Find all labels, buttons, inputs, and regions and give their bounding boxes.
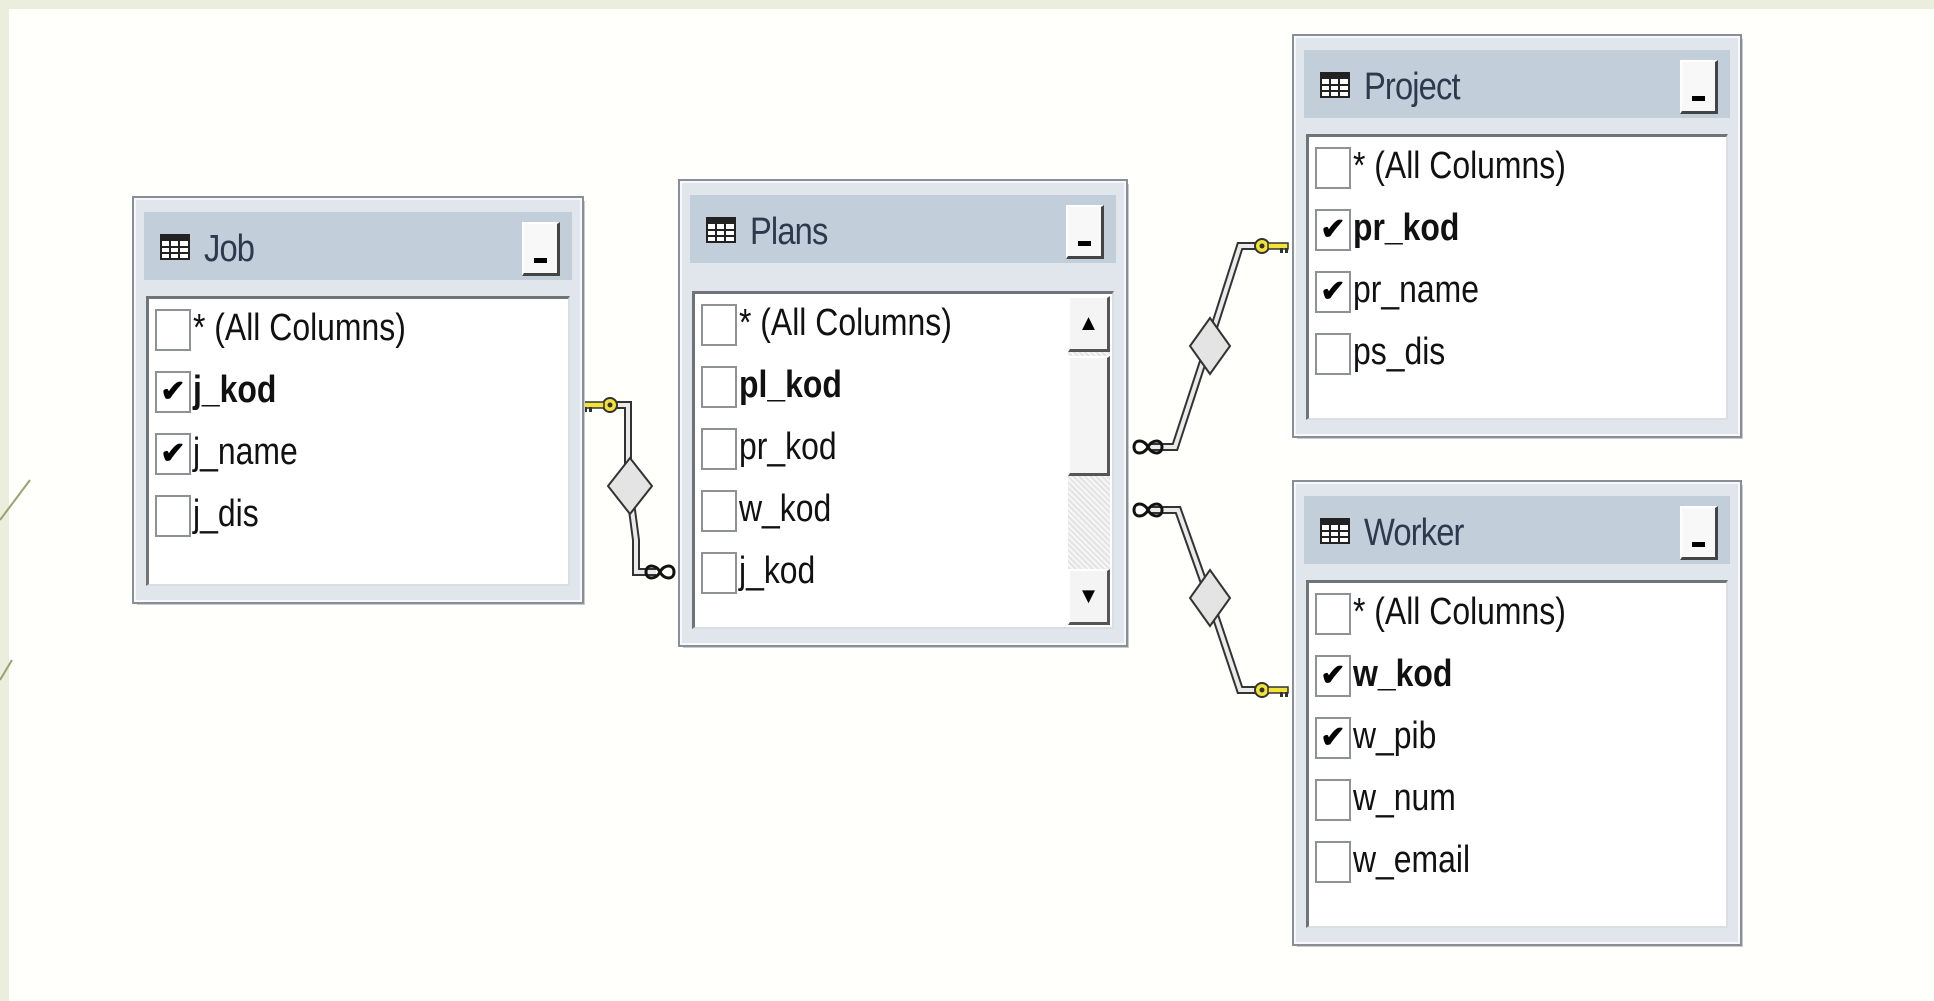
table-grid-icon <box>706 217 736 243</box>
minimize-icon <box>1692 96 1705 101</box>
column-checkbox[interactable] <box>701 552 737 594</box>
minimize-button[interactable] <box>522 222 560 276</box>
minimize-button[interactable] <box>1680 60 1718 114</box>
column-list: * (All Columns) ✔ pr_kod ✔ pr_name ps_di… <box>1306 134 1728 420</box>
column-name: j_kod <box>193 369 277 411</box>
column-name: w_kod <box>1353 653 1453 695</box>
relationship-worker-plans[interactable] <box>1132 502 1289 698</box>
column-row-j-dis[interactable]: j_dis <box>149 485 568 547</box>
table-plans[interactable]: Plans * (All Columns) pl_kod pr_kod w_ko… <box>678 179 1128 647</box>
table-grid-icon <box>1320 518 1350 544</box>
table-title: Worker <box>1364 512 1464 554</box>
column-row-all-columns[interactable]: * (All Columns) <box>1309 137 1726 199</box>
scroll-thumb[interactable] <box>1068 356 1110 476</box>
column-name: pr_kod <box>1353 207 1460 249</box>
column-name: w_email <box>1353 839 1471 881</box>
column-checkbox[interactable] <box>701 428 737 470</box>
column-row-pl-kod[interactable]: pl_kod <box>695 356 1112 418</box>
column-name: ps_dis <box>1353 331 1446 373</box>
key-icon <box>583 397 618 413</box>
column-row-j-name[interactable]: ✔ j_name <box>149 423 568 485</box>
column-row-w-email[interactable]: w_email <box>1309 831 1726 893</box>
minimize-button[interactable] <box>1680 506 1718 560</box>
column-checkbox[interactable] <box>1315 147 1351 189</box>
table-project[interactable]: Project * (All Columns) ✔ pr_kod ✔ pr_na… <box>1292 34 1742 438</box>
relationship-diamond-icon <box>606 456 654 516</box>
column-name: j_kod <box>739 550 816 592</box>
minimize-button[interactable] <box>1066 205 1104 259</box>
relationship-project-plans[interactable] <box>1132 238 1289 455</box>
relationship-diamond-icon <box>1188 568 1232 628</box>
column-name: w_pib <box>1353 715 1437 757</box>
minimize-icon <box>1078 241 1091 246</box>
column-name: * (All Columns) <box>1353 591 1566 633</box>
column-checkbox[interactable] <box>701 366 737 408</box>
column-row-j-kod[interactable]: ✔ j_kod <box>149 361 568 423</box>
column-row-ps-dis[interactable]: ps_dis <box>1309 323 1726 385</box>
table-worker[interactable]: Worker * (All Columns) ✔ w_kod ✔ w_pib w… <box>1292 480 1742 946</box>
column-name: * (All Columns) <box>193 307 406 349</box>
column-name: w_num <box>1353 777 1456 819</box>
column-row-all-columns[interactable]: * (All Columns) <box>149 299 568 361</box>
column-checkbox[interactable] <box>1315 779 1351 821</box>
column-row-w-kod[interactable]: ✔ w_kod <box>1309 645 1726 707</box>
column-checkbox[interactable] <box>1315 333 1351 375</box>
column-checkbox[interactable]: ✔ <box>1315 209 1351 251</box>
column-list: * (All Columns) pl_kod pr_kod w_kod j_ko… <box>692 291 1114 629</box>
column-checkbox[interactable]: ✔ <box>1315 655 1351 697</box>
column-row-pr-kod[interactable]: pr_kod <box>695 418 1112 480</box>
column-name: pl_kod <box>739 364 842 406</box>
column-checkbox[interactable] <box>701 304 737 346</box>
column-checkbox[interactable]: ✔ <box>155 371 191 413</box>
column-name: pr_kod <box>739 426 837 468</box>
column-checkbox[interactable]: ✔ <box>155 433 191 475</box>
arrow-down-icon: ▼ <box>1077 583 1100 608</box>
column-row-w-num[interactable]: w_num <box>1309 769 1726 831</box>
column-checkbox[interactable]: ✔ <box>1315 717 1351 759</box>
key-icon <box>1254 238 1289 254</box>
table-title-bar[interactable]: Project <box>1304 50 1730 118</box>
vertical-scrollbar[interactable]: ▲ ▼ <box>1068 296 1110 625</box>
column-name: pr_name <box>1353 269 1479 311</box>
key-icon <box>1254 682 1289 698</box>
column-checkbox[interactable] <box>1315 841 1351 883</box>
column-name: * (All Columns) <box>739 302 952 344</box>
column-checkbox[interactable]: ✔ <box>1315 271 1351 313</box>
column-row-j-kod[interactable]: j_kod <box>695 542 1112 604</box>
column-list: * (All Columns) ✔ j_kod ✔ j_name j_dis <box>146 296 570 586</box>
table-title: Job <box>204 228 255 270</box>
column-row-all-columns[interactable]: * (All Columns) <box>1309 583 1726 645</box>
table-title-bar[interactable]: Job <box>144 212 572 280</box>
table-title: Project <box>1364 66 1461 108</box>
column-name: j_dis <box>193 493 259 535</box>
column-row-w-pib[interactable]: ✔ w_pib <box>1309 707 1726 769</box>
column-row-pr-name[interactable]: ✔ pr_name <box>1309 261 1726 323</box>
column-checkbox[interactable] <box>1315 593 1351 635</box>
arrow-up-icon: ▲ <box>1077 310 1100 335</box>
relationship-job-plans[interactable] <box>583 397 676 580</box>
minimize-icon <box>534 258 547 263</box>
column-checkbox[interactable] <box>155 309 191 351</box>
scroll-up-button[interactable]: ▲ <box>1068 296 1110 352</box>
column-row-pr-kod[interactable]: ✔ pr_kod <box>1309 199 1726 261</box>
column-checkbox[interactable] <box>155 495 191 537</box>
table-job[interactable]: Job * (All Columns) ✔ j_kod ✔ j_name j_d… <box>132 196 584 604</box>
table-grid-icon <box>1320 72 1350 98</box>
column-checkbox[interactable] <box>701 490 737 532</box>
relationship-diamond-icon <box>1188 316 1232 376</box>
minimize-icon <box>1692 542 1705 547</box>
column-row-all-columns[interactable]: * (All Columns) <box>695 294 1112 356</box>
column-row-w-kod[interactable]: w_kod <box>695 480 1112 542</box>
table-title-bar[interactable]: Plans <box>690 195 1116 263</box>
table-title-bar[interactable]: Worker <box>1304 496 1730 564</box>
table-grid-icon <box>160 234 190 260</box>
column-name: j_name <box>193 431 298 473</box>
column-list: * (All Columns) ✔ w_kod ✔ w_pib w_num w_… <box>1306 580 1728 928</box>
table-title: Plans <box>750 211 828 253</box>
scroll-down-button[interactable]: ▼ <box>1068 569 1110 625</box>
column-name: * (All Columns) <box>1353 145 1566 187</box>
column-name: w_kod <box>739 488 832 530</box>
